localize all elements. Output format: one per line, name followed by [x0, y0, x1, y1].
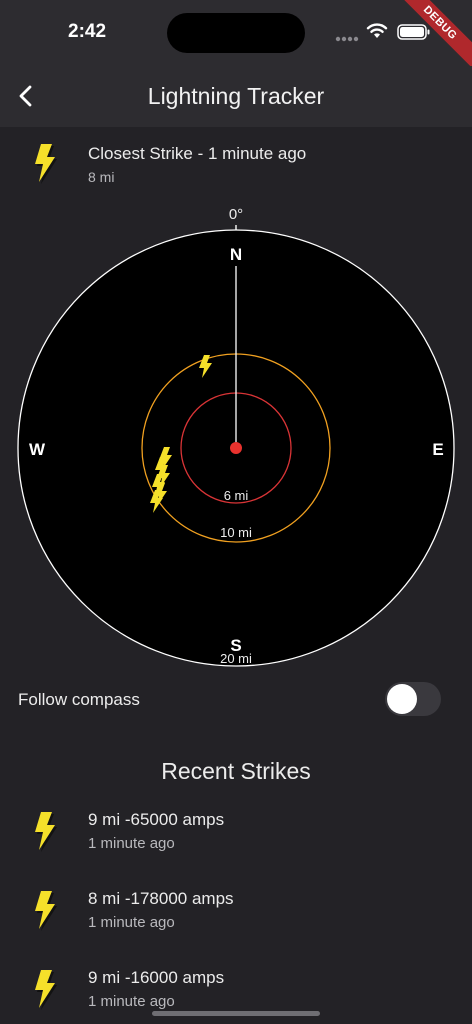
toggle-knob — [387, 684, 417, 714]
signal-icon — [335, 36, 359, 42]
radar-center-dot — [230, 442, 242, 454]
follow-compass-row: Follow compass — [0, 680, 472, 720]
strike-radar: 0° N S E W 6 mi 10 mi 20 mi — [17, 206, 455, 667]
ring-label-10mi: 10 mi — [220, 525, 252, 540]
list-item[interactable]: 8 mi -178000 amps 1 minute ago — [0, 885, 472, 951]
list-item[interactable]: 9 mi -65000 amps 1 minute ago — [0, 806, 472, 872]
compass-west: W — [29, 440, 46, 459]
status-time: 2:42 — [68, 21, 107, 42]
wifi-icon — [366, 23, 388, 38]
debug-label: DEBUG — [392, 0, 472, 72]
strike-title: 9 mi -65000 amps — [88, 810, 225, 829]
ring-label-20mi: 20 mi — [220, 651, 252, 666]
status-bar: 2:42 DEBUG — [0, 0, 472, 72]
recent-strikes-heading: Recent Strikes — [161, 758, 311, 784]
closest-strike-distance: 8 mi — [88, 169, 115, 185]
strike-title: 8 mi -178000 amps — [88, 889, 234, 908]
follow-compass-label: Follow compass — [18, 690, 140, 709]
strike-time: 1 minute ago — [88, 993, 175, 1010]
heading-label: 0° — [229, 206, 243, 223]
follow-compass-toggle[interactable] — [385, 682, 441, 716]
home-indicator — [152, 1011, 320, 1016]
dynamic-island — [167, 13, 305, 53]
lightning-bolt-icon — [28, 887, 60, 931]
closest-strike-title: Closest Strike - 1 minute ago — [88, 144, 307, 163]
strike-time: 1 minute ago — [88, 835, 175, 852]
lightning-bolt-icon — [28, 966, 60, 1010]
strike-time: 1 minute ago — [88, 914, 175, 931]
lightning-bolt-icon — [28, 140, 60, 184]
lightning-bolt-icon — [28, 808, 60, 852]
compass-north: N — [230, 245, 242, 264]
ring-label-6mi: 6 mi — [224, 488, 249, 503]
closest-strike-tile: Closest Strike - 1 minute ago 8 mi — [0, 138, 472, 194]
page-title: Lightning Tracker — [147, 83, 325, 109]
app-bar: Lightning Tracker — [0, 66, 472, 127]
strike-title: 9 mi -16000 amps — [88, 968, 225, 987]
compass-east: E — [432, 440, 443, 459]
